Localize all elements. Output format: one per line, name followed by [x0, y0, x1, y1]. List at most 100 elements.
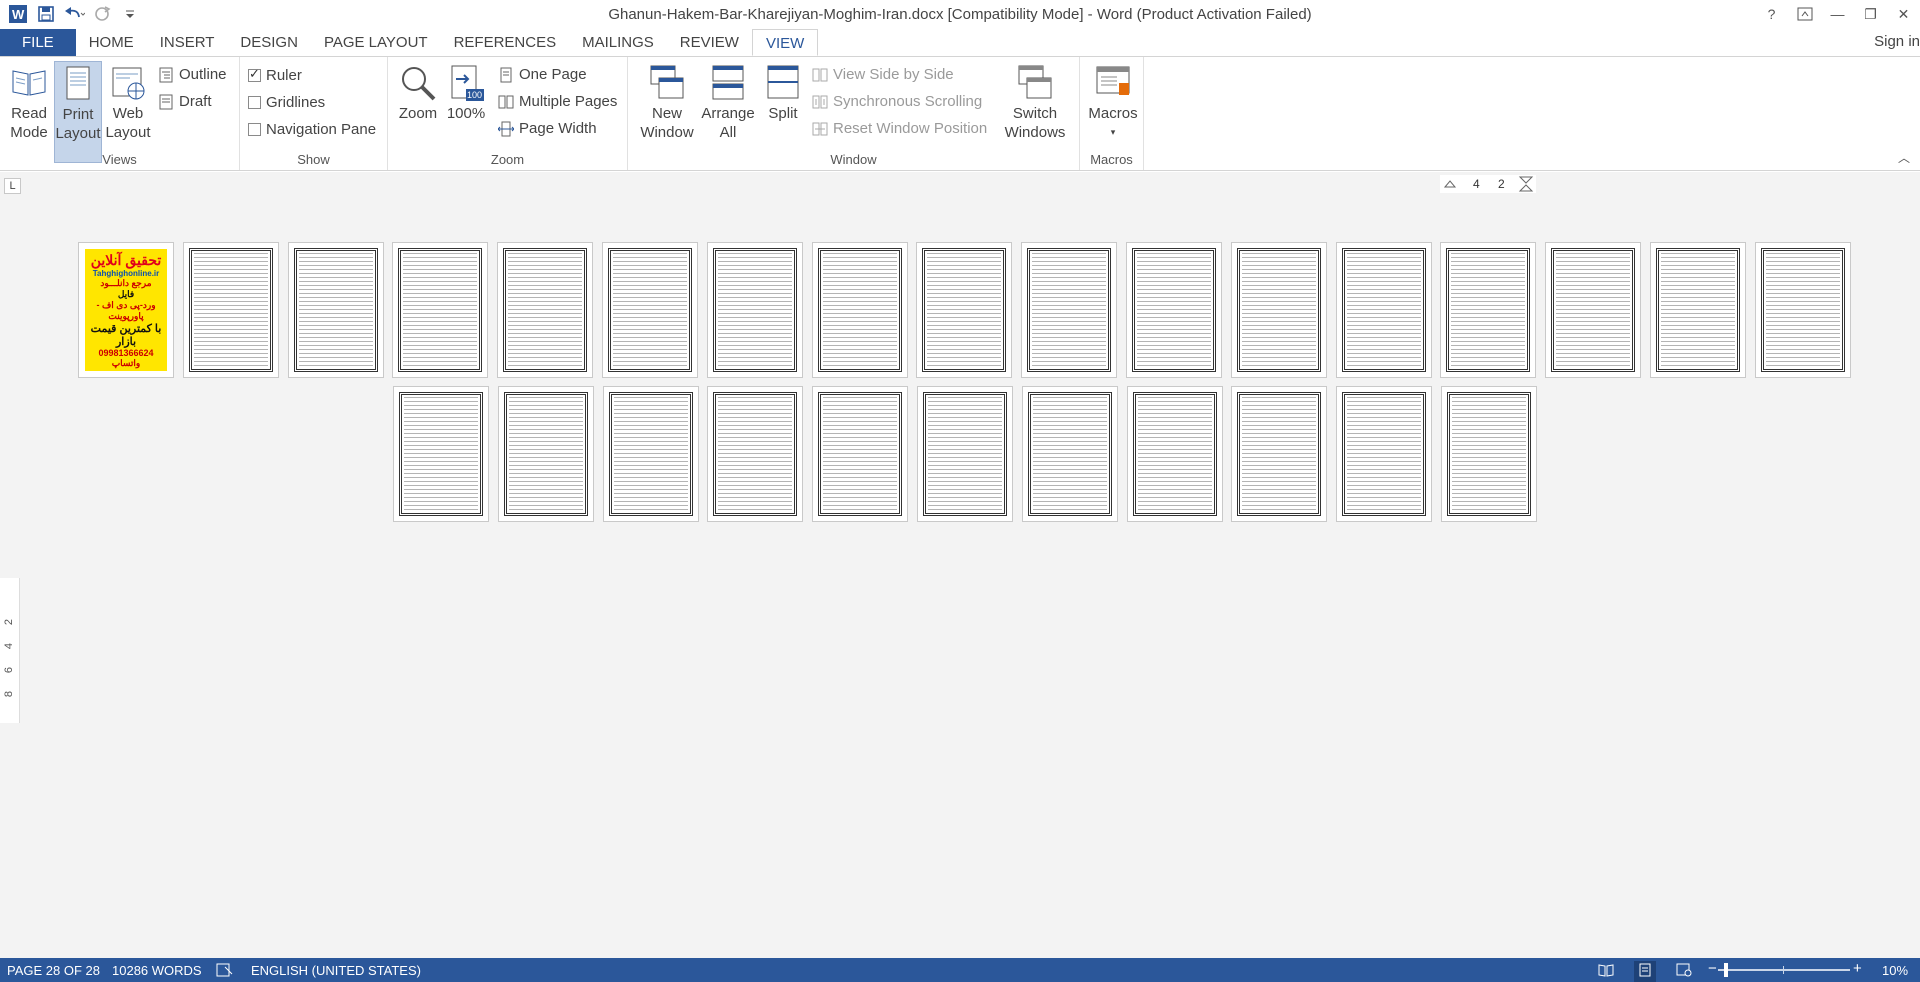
page-text-lines [404, 397, 478, 511]
page-thumbnail[interactable] [1231, 242, 1327, 378]
restore-button[interactable]: ❐ [1854, 0, 1887, 28]
cover-advert: تحقیق آنلاین Tahghighonline.ir مرجع دانلــ… [85, 249, 167, 371]
window-title: Ghanun-Hakem-Bar-Kharejiyan-Moghim-Iran.… [608, 6, 1312, 23]
arrange-all-button[interactable]: Arrange All [696, 63, 760, 142]
outline-label: Outline [179, 66, 227, 83]
navigation-pane-checkbox[interactable]: Navigation Pane [248, 121, 376, 138]
page-count[interactable]: PAGE 28 OF 28 [7, 963, 100, 978]
web-layout-view-icon[interactable] [1676, 963, 1692, 980]
page-thumbnail[interactable] [916, 242, 1012, 378]
ruler-checkbox[interactable]: Ruler [248, 66, 302, 84]
view-side-by-side-label: View Side by Side [833, 66, 954, 83]
zoom-out-button[interactable]: − [1708, 960, 1717, 977]
reset-window-position-button[interactable]: Reset Window Position [812, 120, 987, 137]
split-button[interactable]: Split [756, 63, 810, 123]
tab-insert[interactable]: INSERT [147, 29, 228, 56]
switch-windows-button[interactable]: Switch Windows [1000, 63, 1070, 142]
tab-file[interactable]: FILE [0, 29, 76, 56]
zoom-button[interactable]: Zoom [396, 63, 440, 123]
page-thumbnail[interactable] [1336, 386, 1432, 522]
read-mode-view-icon[interactable] [1598, 963, 1614, 980]
tab-review[interactable]: REVIEW [667, 29, 752, 56]
page-thumbnail[interactable] [603, 386, 699, 522]
read-mode-icon [12, 70, 46, 96]
page-thumbnail[interactable] [917, 386, 1013, 522]
page-thumbnail[interactable] [1021, 242, 1117, 378]
vertical-ruler[interactable]: 2 4 6 8 [0, 578, 20, 723]
help-button[interactable]: ? [1755, 0, 1788, 28]
window-group-label: Window [830, 152, 877, 167]
page-thumbnail[interactable] [1231, 386, 1327, 522]
zoom-slider[interactable] [1718, 969, 1850, 971]
view-side-by-side-button[interactable]: View Side by Side [812, 66, 954, 83]
close-button[interactable]: ✕ [1887, 0, 1920, 28]
ribbon-display-options-icon[interactable] [1788, 0, 1821, 28]
page-thumbnail[interactable] [288, 242, 384, 378]
page-thumbnail[interactable] [1545, 242, 1641, 378]
multiple-pages-icon [498, 95, 514, 108]
page-thumbnail[interactable] [1336, 242, 1432, 378]
page-thumbnail[interactable] [183, 242, 279, 378]
page-thumbnail[interactable] [392, 242, 488, 378]
zoom-slider-knob[interactable] [1724, 963, 1728, 977]
one-page-icon [500, 67, 512, 82]
macros-label: Macros [1088, 105, 1138, 122]
draft-button[interactable]: Draft [158, 93, 212, 110]
document-area[interactable]: تحقیق آنلاین Tahghighonline.ir مرجع دانلــ… [0, 198, 1920, 958]
page-text-lines [1242, 397, 1316, 511]
tab-selector[interactable]: L [4, 178, 21, 194]
page-thumbnail[interactable] [393, 386, 489, 522]
minimize-button[interactable]: — [1821, 0, 1854, 28]
page-thumbnail[interactable] [1126, 242, 1222, 378]
page-thumbnail[interactable] [707, 242, 803, 378]
page-thumbnail[interactable] [812, 242, 908, 378]
page-text-lines [1451, 253, 1525, 367]
page-thumbnail[interactable] [1022, 386, 1118, 522]
page-text-lines [823, 397, 897, 511]
tab-home[interactable]: HOME [76, 29, 147, 56]
synchronous-scrolling-button[interactable]: Synchronous Scrolling [812, 93, 982, 110]
page-thumbnail[interactable] [1441, 386, 1537, 522]
read-mode-button[interactable]: Read Mode [6, 63, 52, 142]
collapse-ribbon-icon[interactable]: ︿ [1898, 149, 1910, 166]
macros-button[interactable]: Macros ▾ [1088, 63, 1138, 142]
proofing-icon[interactable] [216, 963, 234, 980]
page-width-button[interactable]: Page Width [498, 120, 597, 137]
horizontal-ruler[interactable]: 4 2 [1440, 175, 1536, 193]
split-icon [767, 65, 799, 99]
tab-page-layout[interactable]: PAGE LAYOUT [311, 29, 441, 56]
page-thumbnail[interactable] [1127, 386, 1223, 522]
tab-design[interactable]: DESIGN [227, 29, 311, 56]
outline-button[interactable]: Outline [158, 66, 227, 83]
tab-mailings[interactable]: MAILINGS [569, 29, 667, 56]
one-page-button[interactable]: One Page [498, 66, 587, 83]
cover-text: مرجع دانلـــود [100, 278, 152, 288]
web-layout-button[interactable]: Web Layout [104, 63, 152, 142]
page-thumbnail[interactable] [498, 386, 594, 522]
print-layout-button[interactable]: Print Layout [54, 61, 102, 163]
language-indicator[interactable]: ENGLISH (UNITED STATES) [251, 963, 421, 978]
print-layout-view-icon[interactable] [1634, 961, 1656, 982]
new-window-button[interactable]: New Window [635, 63, 699, 142]
zoom-level[interactable]: 10% [1882, 963, 1908, 978]
page-text-lines [299, 253, 373, 367]
page-thumbnail[interactable] [1755, 242, 1851, 378]
page-thumbnail[interactable] [812, 386, 908, 522]
page-thumbnail-cover[interactable]: تحقیق آنلاین Tahghighonline.ir مرجع دانلــ… [78, 242, 174, 378]
tab-references[interactable]: REFERENCES [441, 29, 570, 56]
page-text-lines [613, 253, 687, 367]
page-thumbnail[interactable] [1440, 242, 1536, 378]
tab-view[interactable]: VIEW [751, 29, 819, 56]
page-thumbnail[interactable] [707, 386, 803, 522]
gridlines-checkbox[interactable]: Gridlines [248, 94, 325, 111]
page-thumbnail[interactable] [1650, 242, 1746, 378]
word-count[interactable]: 10286 WORDS [112, 963, 202, 978]
multiple-pages-button[interactable]: Multiple Pages [498, 93, 617, 110]
sign-in-link[interactable]: Sign in [1874, 33, 1920, 50]
page-thumbnail[interactable] [602, 242, 698, 378]
group-zoom: Zoom 100 100% One Page Multiple Pages Pa… [388, 57, 628, 170]
ruler-num: 8 [3, 690, 16, 698]
page-thumbnail[interactable] [497, 242, 593, 378]
zoom-100-button[interactable]: 100 100% [444, 63, 488, 123]
zoom-in-button[interactable]: + [1853, 960, 1862, 977]
